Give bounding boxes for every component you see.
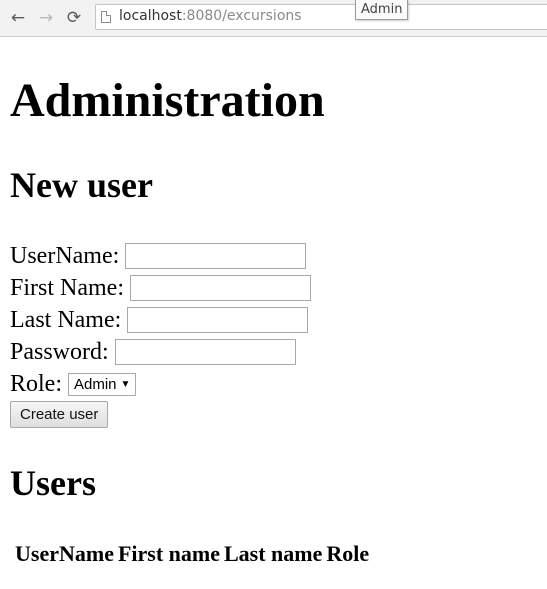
address-url: localhost:8080/excursions [119, 8, 302, 24]
users-heading: Users [10, 463, 96, 503]
role-select[interactable]: Admin ▼ [68, 372, 137, 396]
role-row: Role: Admin ▼ [10, 370, 137, 398]
lastname-label: Last Name: [10, 307, 122, 333]
url-host: localhost [119, 8, 182, 24]
lastname-input[interactable] [127, 307, 309, 333]
lastname-row: Last Name: [10, 306, 309, 334]
tooltip: Admin [355, 0, 409, 20]
password-label: Password: [10, 339, 109, 365]
reload-icon[interactable]: ⟳ [62, 6, 86, 30]
url-path: :8080/excursions [181, 8, 302, 24]
table-header-row: UserName First name Last name Role [14, 540, 370, 568]
password-input[interactable] [114, 339, 296, 365]
password-row: Password: [10, 338, 296, 366]
role-selected-value: Admin [74, 375, 117, 393]
users-table: UserName First name Last name Role [12, 538, 372, 570]
firstname-label: First Name: [10, 275, 124, 301]
address-bar[interactable]: localhost:8080/excursions [95, 4, 547, 30]
column-header-last-name: Last name [224, 541, 323, 566]
role-label: Role: [10, 371, 62, 397]
browser-toolbar: ← → ⟳ localhost:8080/excursions [0, 0, 547, 37]
firstname-input[interactable] [130, 275, 311, 301]
back-icon[interactable]: ← [6, 6, 30, 30]
page-title: Administration [10, 74, 325, 127]
forward-icon[interactable]: → [34, 6, 58, 30]
column-header-role: Role [326, 541, 370, 566]
column-header-first-name: First name [117, 541, 220, 566]
create-user-button[interactable]: Create user [10, 401, 109, 428]
firstname-row: First Name: [10, 274, 311, 302]
new-user-heading: New user [10, 165, 153, 205]
page-icon [101, 11, 111, 23]
column-header-username: UserName [15, 541, 114, 566]
username-input[interactable] [125, 243, 307, 269]
chevron-down-icon: ▼ [120, 378, 131, 390]
username-label: UserName: [10, 243, 120, 269]
username-row: UserName: [10, 242, 307, 270]
